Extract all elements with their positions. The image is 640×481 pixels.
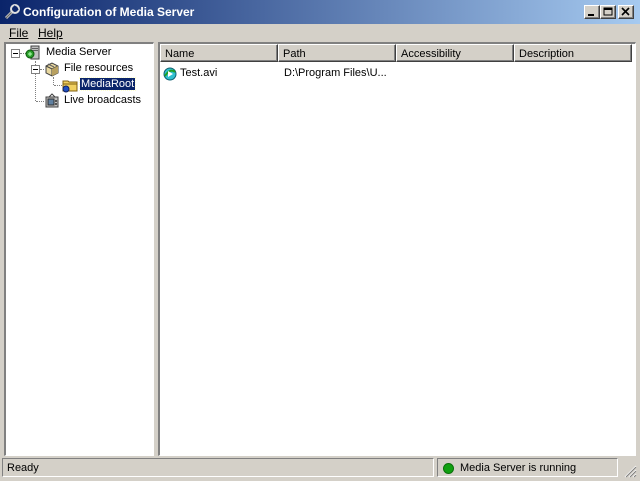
tree-item-label: MediaRoot [78, 77, 137, 91]
app-window: Configuration of Media Server File Help [0, 0, 640, 480]
tree-item-label: Media Server [46, 46, 112, 58]
tree-item-media-server[interactable]: Media Server [25, 45, 150, 61]
server-icon [25, 45, 41, 64]
server-status-panel: Media Server is running [437, 458, 618, 477]
minimize-button[interactable] [584, 5, 600, 19]
close-icon [621, 7, 630, 16]
minimize-icon [588, 14, 594, 16]
wrench-icon [4, 4, 20, 20]
menu-file[interactable]: File [7, 26, 30, 40]
tree-connector [36, 101, 44, 102]
tree-item-label: Live broadcasts [64, 94, 142, 106]
cell-name: Test.avi [180, 67, 218, 79]
cube-icon [44, 61, 60, 80]
column-header-accessibility[interactable]: Accessibility [396, 44, 514, 62]
list-item[interactable]: Test.avi D:\Program Files\U... [160, 65, 630, 82]
maximize-icon [603, 7, 613, 16]
status-indicator-icon [443, 463, 454, 474]
cell-path: D:\Program Files\U... [284, 67, 387, 79]
tree-view[interactable]: Media Server File resources MediaRoot Li… [4, 42, 154, 456]
column-header-label: Accessibility [401, 48, 461, 60]
status-text: Ready [7, 462, 39, 474]
status-ready-panel: Ready [2, 458, 434, 477]
menu-file-label: File [9, 26, 29, 40]
column-header-description[interactable]: Description [514, 44, 632, 62]
title-bar[interactable]: Configuration of Media Server [0, 0, 640, 24]
column-header-label: Path [283, 48, 306, 60]
tree-item-live-broadcasts[interactable]: Live broadcasts [44, 93, 149, 109]
tree-item-file-resources[interactable]: File resources [44, 61, 144, 77]
server-status-text: Media Server is running [460, 462, 577, 474]
tree-connector [54, 85, 62, 86]
media-file-icon [162, 66, 178, 85]
window-title: Configuration of Media Server [23, 5, 195, 19]
menu-bar: File Help [0, 24, 640, 42]
collapse-toggle-file-resources[interactable] [31, 65, 40, 74]
file-list-view[interactable]: Name Path Accessibility Description Test… [158, 42, 636, 456]
menu-help-label: Help [38, 26, 63, 40]
close-button[interactable] [618, 5, 634, 19]
collapse-toggle-media-server[interactable] [11, 49, 20, 58]
column-header-name[interactable]: Name [160, 44, 278, 62]
column-header-label: Description [519, 48, 575, 60]
tree-item-label: File resources [64, 62, 134, 74]
tree-item-mediaroot[interactable]: MediaRoot [62, 77, 152, 93]
column-header-path[interactable]: Path [278, 44, 396, 62]
column-header-label: Name [165, 48, 195, 60]
maximize-button[interactable] [600, 5, 616, 19]
status-bar: Ready Media Server is running [0, 456, 640, 480]
menu-help[interactable]: Help [36, 26, 65, 40]
broadcast-icon [44, 93, 60, 112]
resize-grip[interactable] [622, 463, 637, 478]
